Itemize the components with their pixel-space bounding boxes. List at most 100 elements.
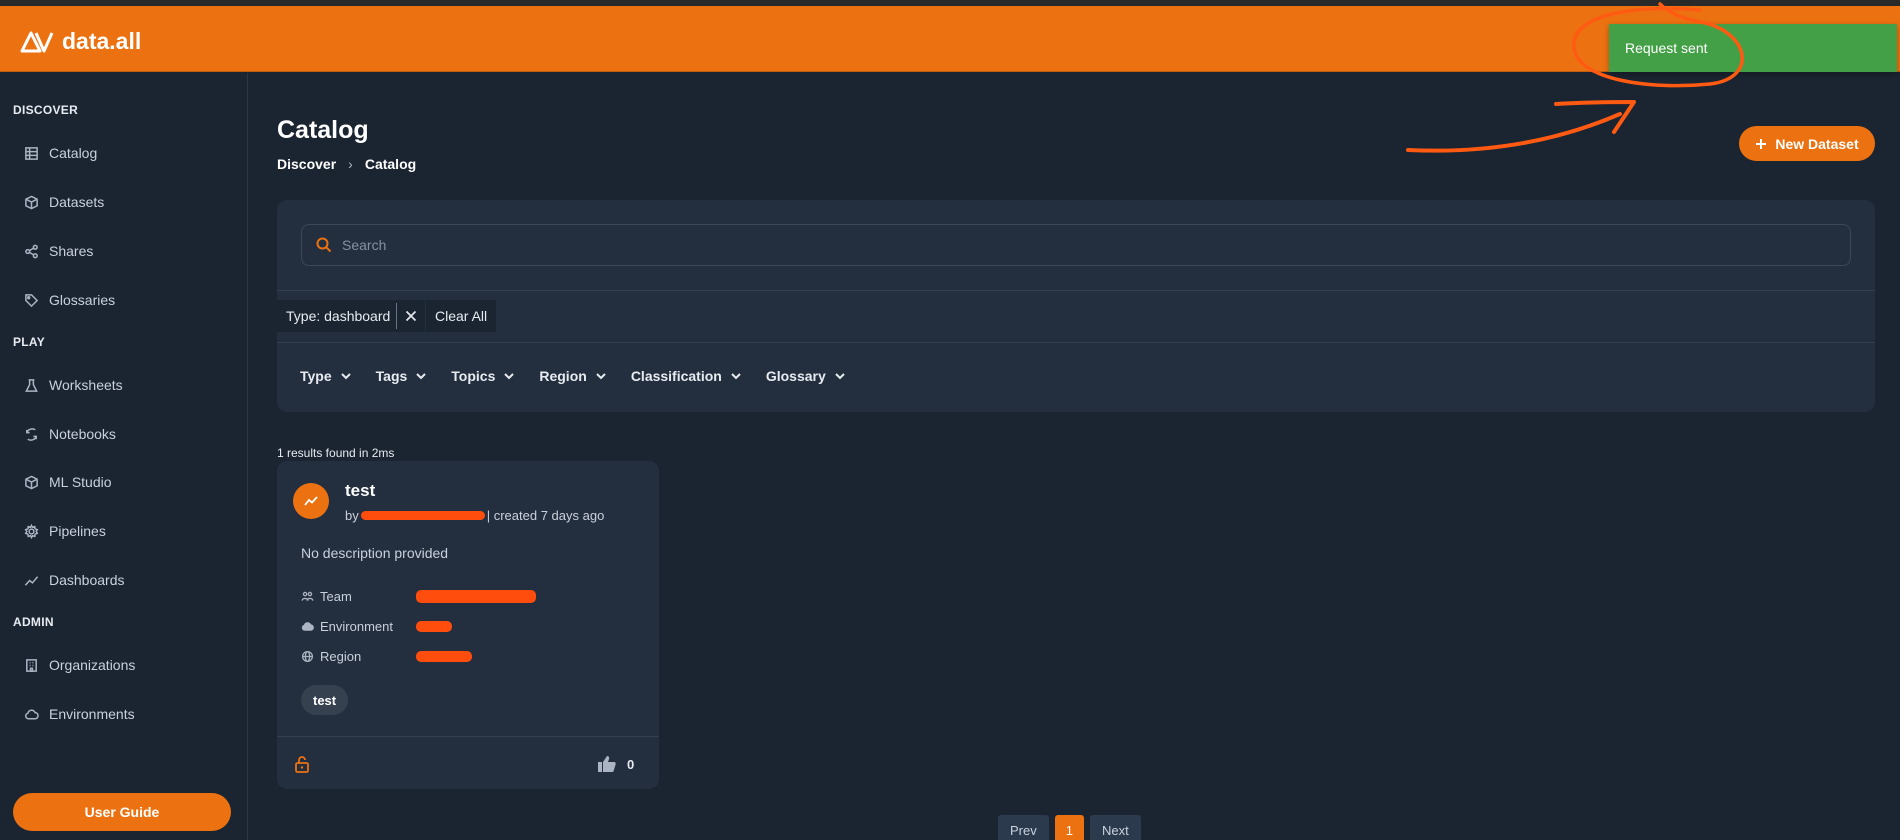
sidebar-item-glossaries[interactable]: Glossaries xyxy=(24,288,115,312)
filter-panel: Type: dashboard Clear All Type Tags Topi… xyxy=(277,200,1875,412)
facet-type[interactable]: Type xyxy=(300,368,352,384)
redaction-mark xyxy=(416,621,452,632)
sidebar-item-label: Notebooks xyxy=(49,426,116,442)
like-button[interactable]: 0 xyxy=(597,755,634,773)
sidebar-item-label: Organizations xyxy=(49,657,136,673)
chevron-down-icon xyxy=(731,373,741,380)
facet-label: Region xyxy=(539,368,587,384)
close-icon xyxy=(406,310,417,322)
sidebar-item-label: Datasets xyxy=(49,194,105,210)
sidebar-section-discover: DISCOVER xyxy=(13,103,79,117)
chart-line-icon xyxy=(24,575,39,586)
redaction-mark xyxy=(416,590,536,603)
sidebar-item-label: Pipelines xyxy=(49,523,106,539)
chevron-down-icon xyxy=(340,373,351,380)
prev-page-button[interactable]: Prev xyxy=(998,815,1049,840)
divider xyxy=(277,342,1875,343)
annotation-arrowhead xyxy=(1554,100,1636,134)
search-box[interactable] xyxy=(301,224,1851,266)
facet-label: Topics xyxy=(451,368,496,384)
divider xyxy=(277,290,1875,291)
breadcrumb-catalog[interactable]: Catalog xyxy=(365,156,416,172)
facet-classification[interactable]: Classification xyxy=(631,368,742,384)
sidebar-item-dashboards[interactable]: Dashboards xyxy=(24,568,125,592)
tag-chip[interactable]: test xyxy=(301,685,349,715)
next-page-button[interactable]: Next xyxy=(1089,815,1141,840)
page-button-current[interactable]: 1 xyxy=(1054,815,1084,840)
sidebar-item-organizations[interactable]: Organizations xyxy=(24,653,135,677)
sidebar-item-label: Glossaries xyxy=(49,292,116,308)
logo-icon xyxy=(20,31,54,52)
meta-region: Region xyxy=(301,649,472,664)
card-title[interactable]: test xyxy=(345,481,375,501)
meta-label: Team xyxy=(320,589,352,604)
facet-label: Classification xyxy=(630,368,722,384)
chevron-right-icon: › xyxy=(348,156,353,172)
search-icon xyxy=(316,237,332,253)
facet-topics[interactable]: Topics xyxy=(451,368,515,384)
facet-label: Type xyxy=(300,368,332,384)
active-filter-chip: Type: dashboard xyxy=(277,300,426,332)
card-by-label: by xyxy=(345,508,359,523)
chevron-down-icon xyxy=(835,373,845,380)
clear-all-button[interactable]: Clear All xyxy=(426,300,497,332)
sidebar-item-environments[interactable]: Environments xyxy=(24,702,135,726)
cloud-icon xyxy=(301,622,314,631)
catalog-icon xyxy=(25,146,38,160)
app-name: data.all xyxy=(62,28,142,54)
cube-icon xyxy=(25,475,38,489)
toast-message: Request sent xyxy=(1625,40,1708,56)
sidebar-item-label: Catalog xyxy=(49,145,98,161)
sidebar-item-label: Environments xyxy=(49,706,135,722)
search-input[interactable] xyxy=(342,237,1822,253)
breadcrumb: Discover › Catalog xyxy=(277,156,416,172)
card-description: No description provided xyxy=(301,545,449,561)
toast-notification: Request sent xyxy=(1609,24,1897,72)
sidebar-item-catalog[interactable]: Catalog xyxy=(24,141,97,165)
redaction-mark xyxy=(360,511,485,520)
pagination: Prev 1 Next xyxy=(998,815,1141,840)
sidebar-section-play: PLAY xyxy=(13,335,46,349)
sidebar-item-worksheets[interactable]: Worksheets xyxy=(24,373,123,397)
sidebar-item-shares[interactable]: Shares xyxy=(24,239,93,263)
new-dataset-label: New Dataset xyxy=(1775,135,1859,152)
tag-icon xyxy=(25,293,39,307)
facet-bar: Type Tags Topics Region Classification G… xyxy=(300,368,870,384)
like-count: 0 xyxy=(627,756,635,772)
facet-glossary[interactable]: Glossary xyxy=(766,368,846,384)
facet-tags[interactable]: Tags xyxy=(376,368,428,384)
divider xyxy=(277,736,659,737)
annotation-arrow xyxy=(1406,112,1622,153)
facet-label: Glossary xyxy=(765,368,826,384)
cloud-icon xyxy=(25,709,39,719)
card-created: | created 7 days ago xyxy=(486,508,605,523)
sidebar-item-pipelines[interactable]: Pipelines xyxy=(24,519,106,543)
sidebar-item-notebooks[interactable]: Notebooks xyxy=(24,422,116,446)
results-count: 1 results found in 2ms xyxy=(277,446,395,460)
user-guide-button[interactable]: User Guide xyxy=(13,793,231,831)
team-icon xyxy=(301,591,314,601)
app-logo[interactable]: data.all xyxy=(20,28,141,55)
facet-region[interactable]: Region xyxy=(539,368,606,384)
new-dataset-button[interactable]: New Dataset xyxy=(1739,126,1875,161)
sidebar-item-label: Worksheets xyxy=(49,377,123,393)
remove-filter-button[interactable] xyxy=(397,300,425,332)
result-card[interactable]: test by | created 7 days ago No descript… xyxy=(277,461,659,789)
chevron-down-icon xyxy=(416,373,426,380)
redaction-mark xyxy=(416,651,472,662)
card-subtitle: by | created 7 days ago xyxy=(345,508,604,523)
sidebar: DISCOVER Catalog Datasets Shares Glossar… xyxy=(0,73,248,840)
meta-team: Team xyxy=(301,589,536,604)
sidebar-item-ml-studio[interactable]: ML Studio xyxy=(24,470,112,494)
sidebar-item-label: ML Studio xyxy=(49,474,112,490)
meta-environment: Environment xyxy=(301,619,452,634)
sidebar-item-label: Dashboards xyxy=(49,572,125,588)
flask-icon xyxy=(25,378,38,392)
plus-icon xyxy=(1756,138,1767,149)
globe-icon xyxy=(301,650,314,663)
meta-label: Environment xyxy=(320,619,393,634)
sidebar-item-label: Shares xyxy=(49,243,94,259)
lock-open-icon[interactable] xyxy=(294,755,310,778)
sidebar-item-datasets[interactable]: Datasets xyxy=(24,190,104,214)
breadcrumb-discover[interactable]: Discover xyxy=(277,156,336,172)
